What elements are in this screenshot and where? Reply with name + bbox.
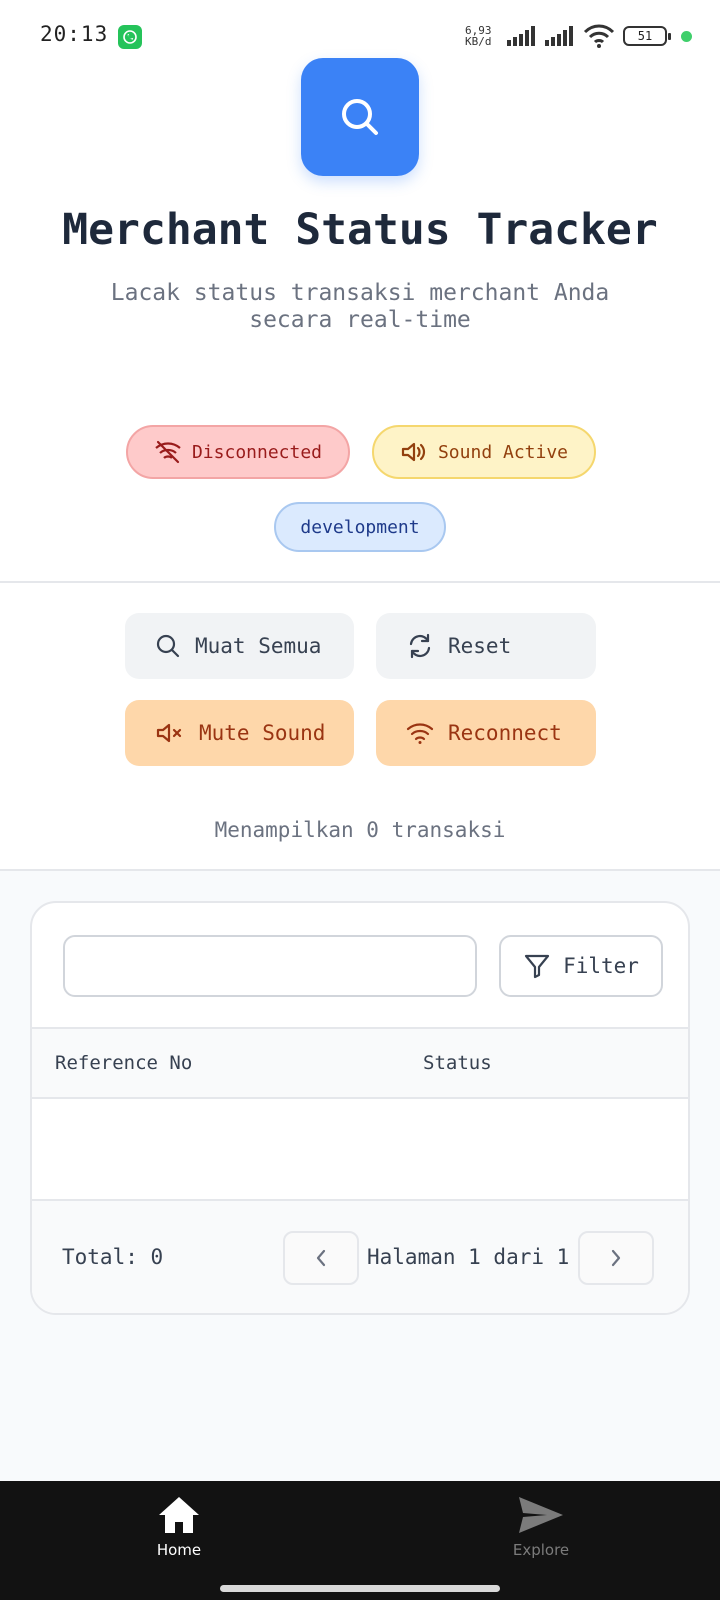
network-speed: 6,93 KB/d (465, 24, 492, 48)
bottom-navigation: Home Explore (0, 1481, 720, 1600)
wifi-icon (583, 24, 615, 48)
mute-sound-button[interactable]: Mute Sound (125, 700, 354, 766)
signal-icon-2 (545, 26, 573, 46)
wifi-off-icon (155, 440, 181, 464)
search-input[interactable] (63, 935, 477, 997)
page-subtitle: Lacak status transaksi merchant Anda sec… (110, 280, 610, 333)
environment-badge: development (274, 502, 446, 552)
next-page-button[interactable] (578, 1231, 654, 1285)
search-icon (342, 99, 378, 135)
chevron-left-icon (316, 1249, 326, 1267)
transaction-count: Menampilkan 0 transaksi (214, 818, 506, 842)
divider (0, 581, 720, 583)
transactions-card: Filter Reference No Status Total: 0 Hala… (30, 901, 690, 1315)
column-reference-no: Reference No (55, 1052, 193, 1074)
column-status: Status (423, 1052, 492, 1074)
sound-status-label: Sound Active (437, 441, 569, 463)
send-icon (519, 1497, 563, 1533)
table-header: Reference No Status (32, 1027, 688, 1099)
search-icon (156, 634, 180, 658)
volume-icon (401, 442, 426, 462)
filter-icon (524, 954, 550, 979)
page-title: Merchant Status Tracker (62, 205, 658, 255)
wifi-icon (406, 723, 434, 744)
load-all-button[interactable]: Muat Semua (125, 613, 354, 679)
previous-page-button[interactable] (283, 1231, 359, 1285)
volume-mute-icon (156, 723, 182, 743)
page-indicator: Halaman 1 dari 1 (367, 1245, 570, 1269)
status-time: 20:13 (40, 22, 109, 46)
connection-status-badge: Disconnected (126, 425, 350, 479)
refresh-icon (409, 633, 431, 659)
signal-icon (507, 26, 535, 46)
sound-status-badge: Sound Active (372, 425, 596, 479)
reset-button[interactable]: Reset (376, 613, 596, 679)
connection-status-label: Disconnected (191, 441, 323, 463)
reconnect-button[interactable]: Reconnect (376, 700, 596, 766)
privacy-dot (681, 30, 692, 42)
table-footer: Total: 0 Halaman 1 dari 1 (32, 1199, 688, 1313)
whatsapp-icon (118, 25, 142, 49)
battery-indicator: 51 (623, 26, 671, 46)
total-count: Total: 0 (62, 1245, 164, 1269)
home-icon (159, 1497, 199, 1533)
filter-button[interactable]: Filter (499, 935, 663, 997)
gesture-home-bar[interactable] (220, 1585, 500, 1592)
environment-label: development (300, 516, 420, 538)
nav-item-home[interactable]: Home (109, 1495, 249, 1559)
chevron-right-icon (611, 1249, 621, 1267)
app-logo (301, 58, 419, 176)
nav-item-explore[interactable]: Explore (471, 1495, 611, 1559)
